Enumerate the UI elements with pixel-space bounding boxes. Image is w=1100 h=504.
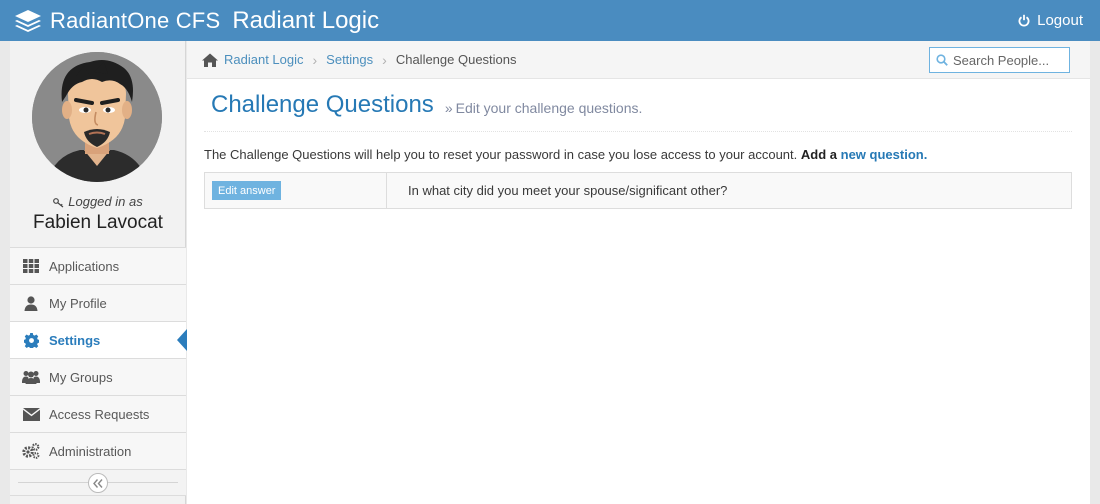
logged-in-label: Logged in as <box>10 194 186 209</box>
logout-button[interactable]: Logout <box>1018 0 1083 41</box>
breadcrumb-separator-icon: › <box>312 51 318 68</box>
sidebar-item-label: My Profile <box>49 295 107 311</box>
avatar-illustration <box>32 52 162 182</box>
sidebar-item-label: Access Requests <box>49 406 150 422</box>
intro-text: The Challenge Questions will help you to… <box>204 147 927 162</box>
gear-icon <box>22 332 40 348</box>
angle-double-right-icon: » <box>444 99 453 116</box>
brand[interactable]: RadiantOne CFS Radiant Logic <box>13 0 379 41</box>
main-content: Radiant Logic › Settings › Challenge Que… <box>187 41 1090 504</box>
sidebar-item-applications[interactable]: Applications <box>10 247 186 284</box>
add-question-label: Add a <box>800 147 838 162</box>
question-action-cell: Edit answer <box>205 173 387 208</box>
breadcrumb-current: Challenge Questions <box>395 52 517 67</box>
breadcrumb-separator-icon: › <box>382 51 387 68</box>
page-header: Challenge Questions » Edit your challenge… <box>204 79 1072 132</box>
key-icon <box>53 198 64 208</box>
logout-label: Logout <box>1037 12 1083 29</box>
challenge-question-text: In what city did you meet your spouse/si… <box>408 183 728 198</box>
sidebar-item-administration[interactable]: Administration <box>10 432 186 469</box>
top-navbar: RadiantOne CFS Radiant Logic Logout <box>0 0 1100 41</box>
sidebar-item-label: My Groups <box>49 369 113 385</box>
avatar <box>32 52 162 182</box>
sidebar-collapse-button[interactable] <box>88 473 108 493</box>
edit-answer-button[interactable]: Edit answer <box>212 181 282 200</box>
grid-icon <box>22 258 40 274</box>
intro-description: The Challenge Questions will help you to… <box>204 147 798 162</box>
sidebar-collapse-bar <box>10 469 186 496</box>
power-icon <box>1018 14 1030 27</box>
user-icon <box>22 295 40 311</box>
logged-in-text: Logged in as <box>68 194 143 209</box>
layers-icon <box>15 9 41 32</box>
page-title: Challenge Questions <box>211 91 434 118</box>
cogs-icon <box>22 443 40 459</box>
sidebar-item-my-profile[interactable]: My Profile <box>10 284 186 321</box>
sidebar-item-my-groups[interactable]: My Groups <box>10 358 186 395</box>
search-icon <box>936 54 948 66</box>
home-icon[interactable] <box>202 53 218 67</box>
organization-name: Radiant Logic <box>232 6 380 34</box>
sidebar-item-label: Administration <box>49 443 132 459</box>
page-subtitle: » Edit your challenge questions. <box>445 100 643 116</box>
breadcrumb-home-link[interactable]: Radiant Logic <box>224 52 304 67</box>
sidebar-item-label: Applications <box>49 258 120 274</box>
sidebar-item-label: Settings <box>49 332 101 348</box>
brand-name: RadiantOne CFS <box>50 7 221 33</box>
sidebar-menu: Applications My Profile Settings My Grou… <box>10 247 187 496</box>
breadcrumb-settings-link[interactable]: Settings <box>326 52 373 67</box>
sidebar-item-access-requests[interactable]: Access Requests <box>10 395 186 432</box>
search-box[interactable] <box>929 47 1070 73</box>
sidebar: Logged in as Fabien Lavocat Applications… <box>10 41 187 504</box>
double-chevron-left-icon <box>93 478 103 488</box>
search-people-input[interactable] <box>953 52 1063 68</box>
breadcrumb: Radiant Logic › Settings › Challenge Que… <box>187 41 1090 79</box>
envelope-icon <box>22 406 40 422</box>
table-row: Edit answer In what city did you meet yo… <box>204 172 1072 209</box>
users-icon <box>22 369 40 385</box>
user-name: Fabien Lavocat <box>33 212 163 233</box>
new-question-link[interactable]: new question. <box>841 147 928 162</box>
sidebar-item-settings[interactable]: Settings <box>10 321 187 358</box>
page-subtitle-text: Edit your challenge questions. <box>455 99 643 116</box>
